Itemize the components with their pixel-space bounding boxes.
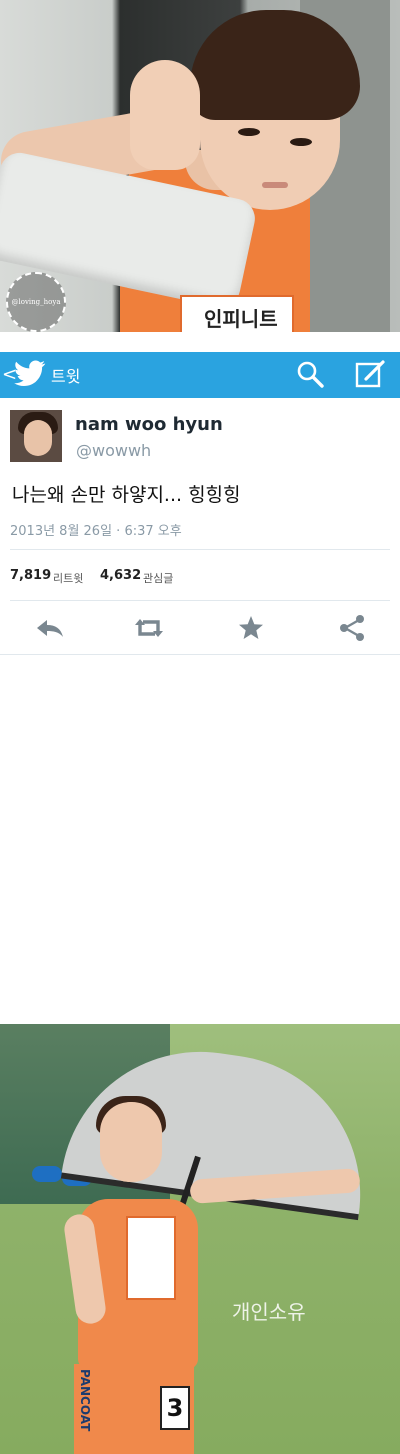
retweet-icon[interactable] xyxy=(133,612,165,644)
share-icon[interactable] xyxy=(336,612,368,644)
tweet-card: nam woo hyun @wowwh 나는왜 손만 하얗지... 힝힝힝 20… xyxy=(0,398,400,655)
star-icon[interactable] xyxy=(235,612,267,644)
header-title: 트윗 xyxy=(51,367,81,386)
head xyxy=(100,1102,162,1182)
bib-label: 인피니트 xyxy=(180,295,294,332)
divider xyxy=(10,600,390,601)
search-icon[interactable] xyxy=(296,360,324,388)
eye xyxy=(238,128,260,136)
avatar-face xyxy=(24,420,52,456)
avatar[interactable] xyxy=(10,410,62,462)
twitter-header-bar: < 트윗 xyxy=(0,352,400,398)
bib-label xyxy=(126,1216,176,1300)
eye xyxy=(290,138,312,146)
bird-icon[interactable] xyxy=(14,360,46,388)
top-photo: 인피니트 @loving_hoya xyxy=(0,0,400,332)
compose-icon[interactable] xyxy=(354,359,386,389)
retweet-label[interactable]: 리트윗 xyxy=(53,570,83,586)
mouth xyxy=(262,182,288,188)
display-name[interactable]: nam woo hyun xyxy=(75,414,223,435)
shoe xyxy=(32,1166,62,1182)
bottom-photo: 3 PANCOAT 개인소유 xyxy=(0,1024,400,1454)
divider xyxy=(10,549,390,550)
bib-text: 인피니트 xyxy=(204,307,278,331)
user-handle[interactable]: @wowwh xyxy=(76,441,151,460)
favorite-count[interactable]: 4,632 xyxy=(100,568,141,583)
brand-text: PANCOAT xyxy=(78,1369,92,1432)
tweet-timestamp: 2013년 8월 26일 · 6:37 오후 xyxy=(10,524,182,539)
retweet-count[interactable]: 7,819 xyxy=(10,568,51,583)
reply-icon[interactable] xyxy=(34,612,66,644)
watermark-text: 개인소유 xyxy=(232,1300,306,1324)
tweet-text: 나는왜 손만 하얗지... 힝힝힝 xyxy=(12,484,241,506)
favorite-label[interactable]: 관심글 xyxy=(143,570,173,586)
thumbs-up-hand xyxy=(130,60,200,170)
shorts-number: 3 xyxy=(160,1386,190,1430)
watermark-stamp: @loving_hoya xyxy=(6,272,66,332)
